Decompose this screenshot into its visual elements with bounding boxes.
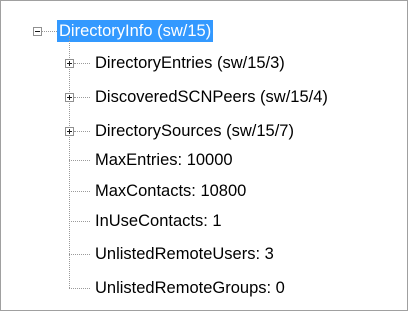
tree-item-directorysources[interactable]: DirectorySources (sw/15/7) [93, 120, 296, 142]
tree-item-discoveredscnpeers[interactable]: DiscoveredSCNPeers (sw/15/4) [93, 86, 330, 108]
tree-item-unlistedremotegroups[interactable]: UnlistedRemoteGroups: 0 [93, 277, 287, 299]
tree-item-maxentries[interactable]: MaxEntries: 10000 [93, 149, 235, 171]
directorysources-expand-toggle-icon[interactable] [65, 127, 74, 136]
connector-line [74, 97, 90, 98]
tree-item-directoryinfo[interactable]: DirectoryInfo (sw/15) [57, 20, 214, 42]
connector-line [69, 191, 90, 192]
tree-item-inusecontacts[interactable]: InUseContacts: 1 [93, 210, 224, 232]
children-trunk-line [69, 36, 70, 288]
discoveredscnpeers-expand-toggle-icon[interactable] [65, 93, 74, 102]
root-collapse-toggle-icon[interactable] [33, 27, 42, 36]
connector-line [69, 254, 90, 255]
connector-line [69, 160, 90, 161]
tree-item-directoryentries[interactable]: DirectoryEntries (sw/15/3) [93, 52, 287, 74]
directoryentries-expand-toggle-icon[interactable] [65, 59, 74, 68]
connector-line [69, 221, 90, 222]
connector-line [69, 288, 90, 289]
tree-item-unlistedremoteusers[interactable]: UnlistedRemoteUsers: 3 [93, 243, 276, 265]
directory-tree-view[interactable]: DirectoryInfo (sw/15) DirectoryEntries (… [0, 0, 408, 311]
connector-line [74, 63, 90, 64]
root-connector-line [42, 31, 57, 32]
connector-line [74, 131, 90, 132]
tree-item-maxcontacts[interactable]: MaxContacts: 10800 [93, 180, 248, 202]
